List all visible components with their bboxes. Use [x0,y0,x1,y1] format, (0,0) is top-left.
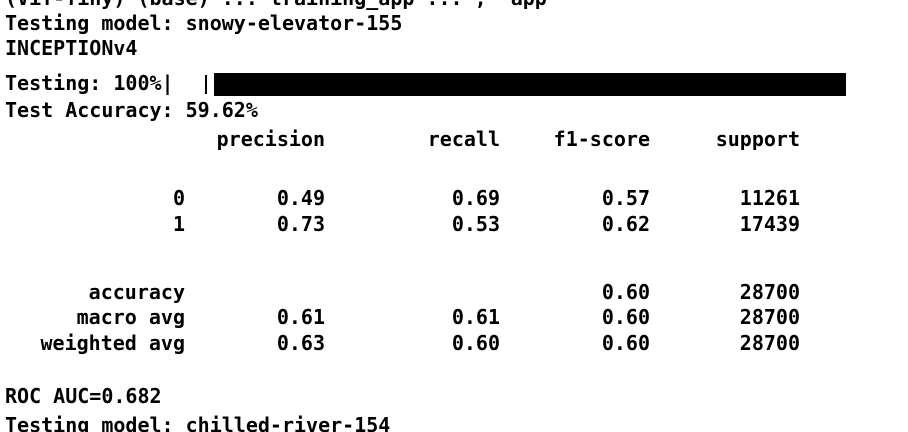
row-class-0-label: 0 [172,186,185,210]
header-precision: precision [216,127,325,151]
terminal-window: (ViT-Tiny) (base) ... training_app ... ,… [0,0,908,432]
header-recall: recall [427,127,500,151]
progress-bar [214,73,846,96]
row-class-0-precision: 0.49 [276,186,325,210]
row-class-0-support: 11261 [739,186,800,210]
row-accuracy-f1: 0.60 [601,280,650,304]
row-accuracy-precision [185,280,325,305]
row-macro-avg-precision: 0.61 [276,305,325,329]
testing-model-line: Testing model: snowy-elevator-155 [5,11,403,35]
row-class-0-f1: 0.57 [601,186,650,210]
architecture-line: INCEPTIONv4 [5,36,138,60]
row-macro-avg-recall: 0.61 [451,305,500,329]
row-accuracy-label: accuracy [88,280,185,304]
row-class-0-recall: 0.69 [451,186,500,210]
row-class-1-label: 1 [172,212,185,236]
row-class-1-support: 17439 [739,212,800,236]
header-support: support [715,127,800,151]
row-weighted-avg-f1: 0.60 [601,331,650,355]
row-macro-avg-f1: 0.60 [601,305,650,329]
terminal-line-cut-bottom: Testing model: chilled-river-154 [5,413,391,432]
row-macro-avg-support: 28700 [739,305,800,329]
row-weighted-avg-support: 28700 [739,331,800,355]
row-macro-avg-label: macro avg [76,305,185,329]
progress-cursor [205,75,207,94]
row-accuracy-support: 28700 [739,280,800,304]
row-class-1-precision: 0.73 [276,212,325,236]
terminal-line-cut-top: (ViT-Tiny) (base) ... training_app ... ,… [5,0,547,11]
row-weighted-avg-recall: 0.60 [451,331,500,355]
roc-auc-line: ROC AUC=0.682 [5,384,162,408]
row-accuracy-recall [325,280,500,305]
row-class-1-recall: 0.53 [451,212,500,236]
row-weighted-avg-precision: 0.63 [276,331,325,355]
row-weighted-avg-label: weighted avg [40,331,186,355]
progress-label: Testing: 100%| [5,71,174,95]
header-f1-score: f1-score [553,127,650,151]
row-class-1-f1: 0.62 [601,212,650,236]
test-accuracy-line: Test Accuracy: 59.62% [5,98,258,122]
